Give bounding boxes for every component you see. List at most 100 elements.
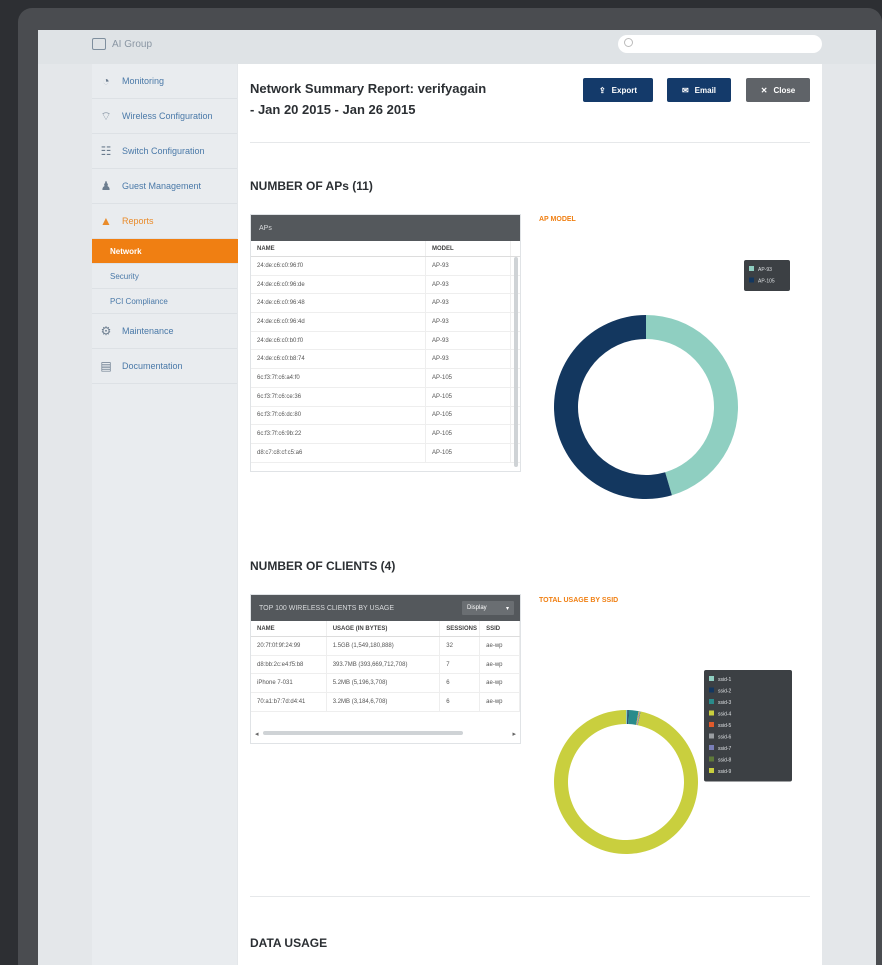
sidebar-item-label: Reports — [122, 216, 154, 226]
client-name-cell: iPhone 7-031 — [251, 674, 327, 693]
sidebar-item-label: Documentation — [122, 361, 183, 371]
ap-model-cell: AP-93 — [426, 275, 511, 294]
export-icon: ⇪ — [598, 85, 606, 95]
page-title: Network Summary Report: verifyagain - Ja… — [250, 78, 550, 120]
ap-model-cell: AP-93 — [426, 257, 511, 275]
table-row[interactable]: 24:de:c6:c0:96:f0 AP-93 — [251, 257, 520, 276]
client-ssid-cell: ae-wp — [480, 674, 520, 693]
users-icon: ♟ — [100, 179, 112, 193]
chart-legend: AP-93 AP-105 — [744, 260, 790, 291]
brand-logo-icon — [92, 38, 106, 50]
sidebar-subitem-security[interactable]: Security — [92, 264, 237, 289]
display-dropdown[interactable]: Display ▾ — [462, 601, 514, 615]
sidebar-item-maintenance[interactable]: ⚙ Maintenance — [92, 314, 237, 349]
sidebar-item-wireless-configuration[interactable]: ⌔ Wireless Configuration — [92, 99, 237, 134]
clients-table-body: 20:7f:0f:9f:24:99 1.5GB (1,549,180,888) 32… — [251, 637, 520, 712]
ap-model-cell: AP-93 — [426, 350, 511, 369]
pie-slice[interactable] — [646, 315, 738, 496]
table-row[interactable]: d8:bb:2c:e4:f5:b8 393.7MB (393,669,712,70… — [251, 655, 520, 675]
ap-name-cell: 24:de:c6:c0:96:de — [251, 275, 426, 294]
sidebar-item-documentation[interactable]: ▤ Documentation — [92, 349, 237, 384]
data-usage-section-title: DATA USAGE — [250, 936, 328, 950]
legend-label: ssid-1 — [718, 677, 732, 683]
ap-model-cell: AP-105 — [426, 443, 511, 462]
client-usage-cell: 5.2MB (5,196,3,708) — [327, 674, 441, 693]
switch-icon: ☷ — [100, 144, 112, 158]
sidebar-subitem-pci-compliance[interactable]: PCI Compliance — [92, 289, 237, 314]
table-row[interactable]: 6c:f3:7f:c6:dc:80 AP-105 — [251, 406, 520, 426]
aps-table-scrollbar[interactable] — [514, 257, 518, 467]
divider — [250, 896, 810, 897]
legend-swatch — [749, 266, 754, 271]
table-row[interactable]: 24:de:c6:c0:96:48 AP-93 — [251, 294, 520, 314]
ap-model-cell: AP-93 — [426, 294, 511, 313]
ap-model-cell: AP-105 — [426, 387, 511, 406]
client-usage-cell: 1.5GB (1,549,180,888) — [327, 637, 441, 655]
table-row[interactable]: 24:de:c6:c0:b0:f0 AP-93 — [251, 331, 520, 351]
close-button[interactable]: ✕ Close — [746, 78, 810, 102]
legend-label: ssid-5 — [718, 723, 732, 729]
column-header[interactable]: SSID — [480, 621, 520, 636]
search-input[interactable] — [618, 35, 822, 53]
email-button[interactable]: ✉ Email — [667, 78, 731, 102]
ap-name-cell: d8:c7:c8:cf:c5:a6 — [251, 443, 426, 462]
report-content: Network Summary Report: verifyagain - Ja… — [238, 64, 822, 965]
scroll-left-icon[interactable]: ◂ — [255, 730, 259, 738]
client-usage-cell: 393.7MB (393,669,712,708) — [327, 655, 441, 674]
sidebar-item-reports[interactable]: ▲ Reports — [92, 204, 237, 239]
brand: AI Group — [92, 38, 152, 50]
table-row[interactable]: 24:de:c6:c0:96:de AP-93 — [251, 275, 520, 295]
table-row[interactable]: 20:7f:0f:9f:24:99 1.5GB (1,549,180,888) 32… — [251, 637, 520, 656]
column-header[interactable]: SESSIONS — [440, 621, 481, 636]
reports-icon: ▲ — [100, 214, 112, 228]
ap-name-cell: 24:de:c6:c0:96:48 — [251, 294, 426, 313]
ap-name-cell: 24:de:c6:c0:96:4d — [251, 313, 426, 331]
table-row[interactable]: 6c:f3:7f:c6:a4:f0 AP-105 — [251, 369, 520, 388]
sidebar-item-switch-configuration[interactable]: ☷ Switch Configuration — [92, 134, 237, 169]
table-row[interactable]: 6c:f3:7f:c6:9b:22 AP-105 — [251, 425, 520, 444]
client-name-cell: d8:bb:2c:e4:f5:b8 — [251, 655, 327, 674]
column-header[interactable]: USAGE (IN BYTES) — [327, 621, 441, 636]
legend-swatch — [709, 710, 714, 716]
table-row[interactable]: 24:de:c6:c0:96:4d AP-93 — [251, 313, 520, 332]
legend-swatch — [709, 756, 714, 762]
pie-slice[interactable] — [554, 315, 672, 499]
page-title-line2: - Jan 20 2015 - Jan 26 2015 — [250, 102, 416, 117]
ap-model-cell: AP-93 — [426, 331, 511, 350]
ap-name-cell: 6c:f3:7f:c6:dc:80 — [251, 406, 426, 425]
legend-label: ssid-7 — [718, 746, 732, 752]
table-row[interactable]: iPhone 7-031 5.2MB (5,196,3,708) 6 ae-wp — [251, 674, 520, 694]
ap-model-cell: AP-105 — [426, 425, 511, 443]
client-sessions-cell: 6 — [440, 693, 481, 711]
sidebar-subitem-network[interactable]: Network — [92, 239, 247, 264]
column-header[interactable]: NAME — [251, 621, 327, 636]
client-name-cell: 20:7f:0f:9f:24:99 — [251, 637, 327, 655]
ap-model-cell: AP-93 — [426, 313, 511, 331]
column-header[interactable]: NAME — [251, 241, 426, 256]
ap-name-cell: 6c:f3:7f:c6:9b:22 — [251, 425, 426, 443]
table-row[interactable]: 6c:f3:7f:c6:ce:36 AP-105 — [251, 387, 520, 407]
ap-name-cell: 24:de:c6:c0:b0:f0 — [251, 331, 426, 350]
sidebar-item-guest-management[interactable]: ♟ Guest Management — [92, 169, 237, 204]
table-row[interactable]: 70:a1:b7:7d:d4:41 3.2MB (3,184,6,708) 6 ae-… — [251, 693, 520, 712]
legend-label: AP-93 — [758, 267, 772, 273]
sidebar-item-monitoring[interactable]: ◔ Monitoring — [92, 64, 237, 99]
clients-table-scrollbar[interactable] — [263, 731, 463, 735]
clients-table-title: TOP 100 WIRELESS CLIENTS BY USAGE — [259, 604, 394, 612]
legend-swatch — [709, 676, 714, 681]
table-row[interactable]: 24:de:c6:c0:b8:74 AP-93 — [251, 350, 520, 370]
pie-slice[interactable] — [553, 710, 698, 854]
export-button[interactable]: ⇪ Export — [583, 78, 653, 102]
ap-name-cell: 6c:f3:7f:c6:a4:f0 — [251, 369, 426, 387]
wrench-icon: ⚙ — [100, 324, 112, 338]
clients-table-title-bar: TOP 100 WIRELESS CLIENTS BY USAGE Displa… — [251, 595, 520, 621]
client-ssid-cell: ae-wp — [480, 693, 520, 711]
column-header[interactable]: MODEL — [426, 241, 511, 256]
top-bar: AI Group — [38, 30, 876, 64]
export-label: Export — [611, 85, 638, 95]
client-sessions-cell: 32 — [440, 637, 481, 655]
scroll-right-icon[interactable]: ▸ — [512, 730, 516, 738]
email-label: Email — [694, 85, 717, 95]
legend-label: ssid-4 — [718, 712, 732, 718]
table-row[interactable]: d8:c7:c8:cf:c5:a6 AP-105 — [251, 443, 520, 463]
